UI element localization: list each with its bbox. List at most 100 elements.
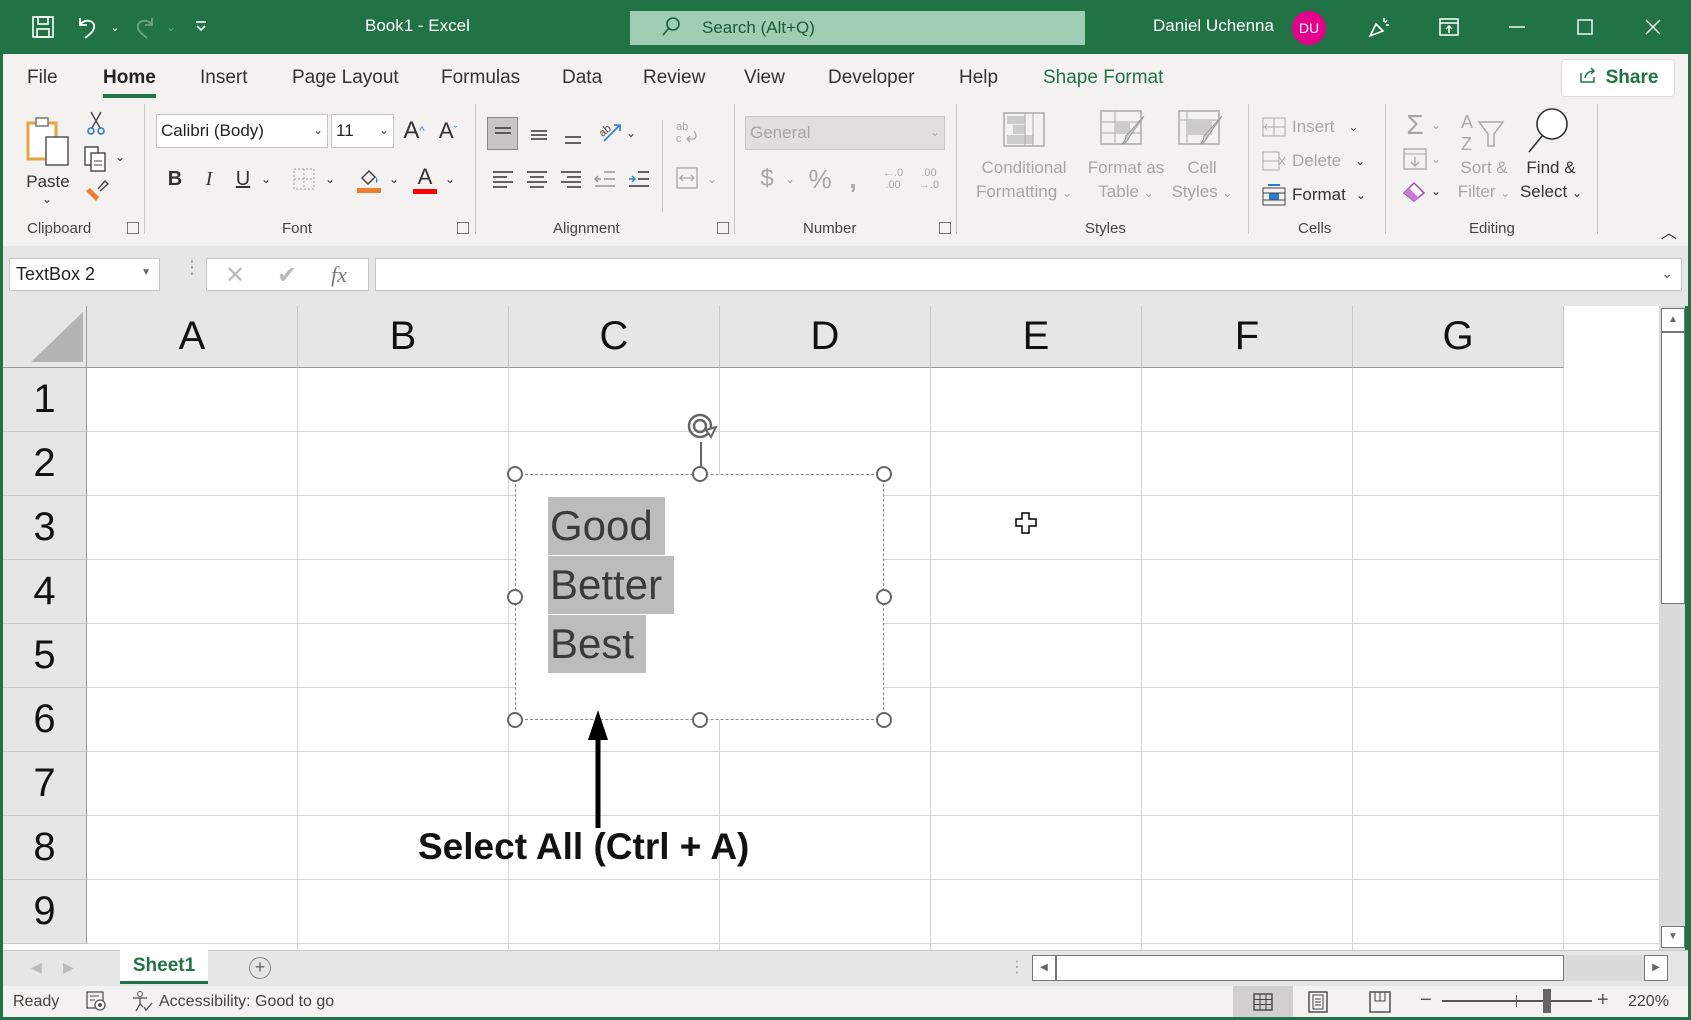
text-box[interactable]: Good Better Best — [515, 474, 884, 720]
orientation-dropdown-icon[interactable]: ⌄ — [624, 124, 638, 142]
paste-button[interactable]: Paste — [21, 170, 75, 194]
row-header-9[interactable]: 9 — [3, 880, 87, 944]
resize-handle-left[interactable] — [507, 589, 523, 605]
align-right-icon[interactable] — [555, 162, 586, 195]
accessibility-status[interactable]: Accessibility: Good to go — [159, 993, 334, 1011]
font-color-dropdown-icon[interactable]: ⌄ — [443, 170, 457, 188]
macro-recording-icon[interactable] — [85, 990, 107, 1017]
tab-page-layout[interactable]: Page Layout — [292, 67, 399, 89]
row-header-3[interactable]: 3 — [3, 496, 87, 560]
row-header-7[interactable]: 7 — [3, 752, 87, 816]
tab-formulas[interactable]: Formulas — [441, 67, 520, 89]
row-header-5[interactable]: 5 — [3, 624, 87, 688]
column-header-e[interactable]: E — [931, 306, 1142, 368]
name-box-dropdown-icon[interactable]: ▼ — [141, 267, 151, 278]
scroll-down-button[interactable]: ▼ — [1661, 926, 1685, 948]
underline-button[interactable]: U — [231, 164, 255, 194]
save-icon[interactable] — [26, 10, 60, 44]
tab-developer[interactable]: Developer — [828, 67, 915, 89]
horizontal-scroll-thumb[interactable] — [1056, 955, 1564, 981]
search-box[interactable]: Search (Alt+Q) — [630, 11, 1085, 45]
format-cells-button[interactable]: Format ⌄ — [1262, 182, 1382, 208]
tab-help[interactable]: Help — [959, 67, 998, 89]
clipboard-launcher-icon[interactable] — [127, 222, 139, 234]
coauthoring-icon[interactable] — [1362, 10, 1396, 44]
resize-handle-top-right[interactable] — [876, 466, 892, 482]
tab-split-grip-icon[interactable]: ⋮ — [1009, 957, 1025, 977]
row-header-1[interactable]: 1 — [3, 368, 87, 432]
zoom-out-button[interactable]: − — [1420, 989, 1432, 1012]
bottom-align-icon[interactable] — [557, 120, 588, 153]
tab-shape-format[interactable]: Shape Format — [1043, 67, 1163, 89]
increase-indent-icon[interactable] — [623, 162, 654, 195]
select-all-button[interactable] — [3, 306, 87, 368]
collapse-ribbon-icon[interactable]: ︿ — [1659, 222, 1679, 242]
clear-dropdown-icon[interactable]: ⌄ — [1429, 182, 1443, 200]
worksheet-grid[interactable]: ABCDEFG 123456789 Good Better Best Selec… — [3, 306, 1659, 950]
copy-icon[interactable] — [81, 144, 111, 174]
row-header-8[interactable]: 8 — [3, 816, 87, 880]
expand-formula-bar-icon[interactable]: ⌄ — [1661, 265, 1673, 282]
alignment-launcher-icon[interactable] — [717, 222, 729, 234]
page-layout-view-icon[interactable] — [1308, 991, 1328, 1018]
paste-icon[interactable] — [23, 110, 73, 172]
resize-handle-bottom-right[interactable] — [876, 712, 892, 728]
orientation-icon[interactable]: ab — [593, 114, 627, 148]
italic-button[interactable]: I — [197, 164, 221, 194]
avatar[interactable]: DU — [1292, 11, 1326, 45]
underline-dropdown-icon[interactable]: ⌄ — [259, 170, 273, 188]
user-name[interactable]: Daniel Uchenna — [1153, 16, 1274, 36]
rotate-handle-icon[interactable] — [684, 408, 720, 444]
formula-bar-grip-icon[interactable]: ⋮ — [183, 258, 201, 276]
column-header-b[interactable]: B — [298, 306, 509, 368]
font-color-icon[interactable]: A — [412, 160, 438, 198]
minimize-icon[interactable] — [1500, 10, 1534, 44]
new-sheet-icon[interactable]: + — [249, 957, 271, 979]
format-painter-icon[interactable] — [81, 176, 111, 204]
zoom-slider[interactable] — [1442, 989, 1592, 1013]
scroll-left-button[interactable]: ◀ — [1032, 955, 1056, 981]
fill-color-dropdown-icon[interactable]: ⌄ — [387, 170, 401, 188]
align-left-icon[interactable] — [487, 162, 518, 195]
scroll-right-button[interactable]: ▶ — [1644, 955, 1668, 981]
align-center-icon[interactable] — [521, 162, 552, 195]
increase-font-size-icon[interactable]: A ^ — [399, 114, 429, 148]
font-launcher-icon[interactable] — [457, 222, 469, 234]
share-button[interactable]: Share — [1561, 59, 1675, 97]
top-align-icon[interactable] — [487, 117, 518, 150]
font-name-dropdown[interactable]: Calibri (Body) ⌄ — [156, 114, 328, 148]
formula-input[interactable]: ⌄ — [375, 258, 1682, 291]
text-box-line[interactable]: Better — [548, 556, 675, 614]
cut-icon[interactable] — [83, 108, 109, 138]
row-header-2[interactable]: 2 — [3, 432, 87, 496]
borders-dropdown-icon[interactable]: ⌄ — [323, 170, 337, 188]
column-header-a[interactable]: A — [87, 306, 298, 368]
fill-color-icon[interactable] — [356, 160, 382, 198]
column-header-f[interactable]: F — [1142, 306, 1353, 368]
clear-icon[interactable] — [1401, 176, 1429, 206]
zoom-slider-thumb[interactable] — [1543, 989, 1551, 1013]
column-header-c[interactable]: C — [509, 306, 720, 368]
row-header-4[interactable]: 4 — [3, 560, 87, 624]
customize-qat-icon[interactable] — [184, 10, 218, 44]
tab-view[interactable]: View — [744, 67, 785, 89]
insert-function-icon[interactable]: fx — [331, 262, 347, 288]
resize-handle-top[interactable] — [692, 466, 708, 482]
row-header-6[interactable]: 6 — [3, 688, 87, 752]
ribbon-display-icon[interactable] — [1432, 10, 1466, 44]
resize-handle-right[interactable] — [876, 589, 892, 605]
tab-review[interactable]: Review — [643, 67, 705, 89]
bold-button[interactable]: B — [163, 164, 187, 194]
tab-file[interactable]: File — [27, 67, 58, 89]
sheet-scroll-left-icon[interactable]: ◀ — [31, 959, 42, 976]
text-box-line[interactable]: Best — [548, 615, 647, 673]
decrease-indent-icon[interactable] — [589, 162, 620, 195]
middle-align-icon[interactable] — [523, 117, 554, 150]
sheet-tab-sheet1[interactable]: Sheet1 — [120, 950, 208, 984]
name-box[interactable]: TextBox 2 ▼ — [9, 258, 160, 291]
resize-handle-top-left[interactable] — [507, 466, 523, 482]
zoom-in-button[interactable]: + — [1597, 989, 1609, 1012]
paste-dropdown-icon[interactable]: ⌄ — [37, 192, 57, 206]
accessibility-icon[interactable] — [131, 990, 153, 1017]
resize-handle-bottom-left[interactable] — [507, 712, 523, 728]
